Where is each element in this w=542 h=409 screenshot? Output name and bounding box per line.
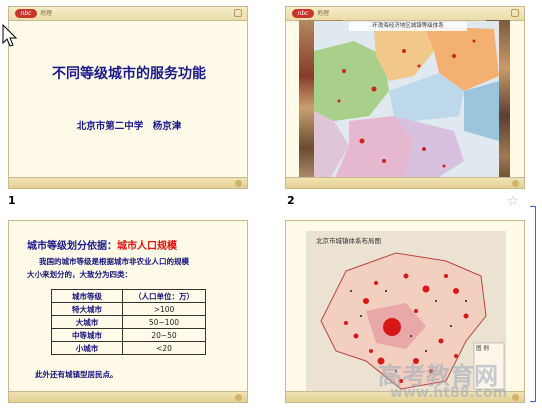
heading-prefix: 城市等级划分依据： (27, 241, 117, 252)
table-cell: 小城市 (51, 341, 123, 355)
selection-bracket (530, 206, 536, 402)
map-legend-label: 图 例 (476, 346, 489, 352)
slide-footer-bar (286, 177, 524, 188)
table-row: 小城市 <20 (51, 341, 206, 355)
table-cell: <20 (122, 341, 206, 355)
table-row: 中等城市 20~50 (51, 328, 206, 342)
regional-map: 环渤海经济地区城镇等级体系 (314, 21, 499, 180)
slide-header-button-icon (234, 9, 242, 17)
city-level-table: 城市等级 （人口单位：万） 特大城市 >100 大城市 50~100 中等城市 … (51, 289, 206, 355)
slide-title: 不同等级城市的服务功能 (52, 66, 206, 82)
map-title: 环渤海经济地区城镇等级体系 (372, 23, 444, 29)
slide-heading: 城市等级划分依据：城市人口规模 (27, 237, 177, 252)
table-row: 特大城市 >100 (51, 302, 206, 316)
nav-button-icon (512, 394, 519, 401)
watermark-url: www.ht88.com (390, 385, 508, 401)
table-cell: 50~100 (122, 315, 206, 329)
slide-header-text: 地理 (40, 10, 53, 17)
table-cell: 中等城市 (51, 328, 123, 342)
mouse-cursor-icon (2, 24, 18, 47)
table-cell: >100 (122, 302, 206, 316)
slide-header-bar: nbc 地理 (286, 7, 524, 21)
bohai-region-map-graphic (314, 21, 499, 180)
slide-header-button-icon (511, 9, 519, 17)
slide-thumbnail-3[interactable]: 城市等级划分依据：城市人口规模 我国的城市等级是根据城市非农业人口的规模 大小来… (8, 220, 248, 403)
slide-number-2: 2 (287, 194, 295, 207)
nav-button-icon (235, 180, 242, 187)
paragraph-line-1: 我国的城市等级是根据城市非农业人口的规模 (39, 257, 189, 266)
star-icon[interactable]: ☆ (507, 195, 519, 208)
slide-number-1: 1 (8, 194, 16, 207)
table-cell: 特大城市 (51, 302, 123, 316)
table-cell: 20~50 (122, 328, 206, 342)
nav-button-icon (235, 394, 242, 401)
table-header-cell: 城市等级 (51, 289, 123, 303)
table-header-cell: （人口单位：万） (122, 289, 206, 303)
slide-subtitle: 北京市第二中学 杨京津 (76, 121, 182, 132)
table-row: 大城市 50~100 (51, 315, 206, 329)
nav-button-icon (512, 180, 519, 187)
nbc-logo: nbc (292, 9, 314, 18)
table-cell: 大城市 (51, 315, 123, 329)
slide-thumbnail-1[interactable]: nbc 地理 不同等级城市的服务功能 北京市第二中学 杨京津 (8, 6, 248, 189)
slide-footer-bar (9, 391, 247, 402)
nbc-logo: nbc (15, 9, 37, 18)
map-title: 北京市城镇体系布局图 (316, 237, 381, 245)
slide-footnote: 此外还有城镇型居民点。 (35, 370, 118, 379)
paragraph-line-2: 大小来划分的，大致分为四类： (27, 270, 132, 279)
slide-header-text: 地理 (317, 10, 330, 17)
slide-footer-bar (9, 177, 247, 188)
slide-header-bar: nbc 地理 (9, 7, 247, 21)
slide-thumbnail-2[interactable]: nbc 地理 环渤海经济地区城镇等级体系 (285, 6, 525, 189)
heading-highlight: 城市人口规模 (117, 241, 177, 252)
table-header-row: 城市等级 （人口单位：万） (51, 289, 206, 303)
